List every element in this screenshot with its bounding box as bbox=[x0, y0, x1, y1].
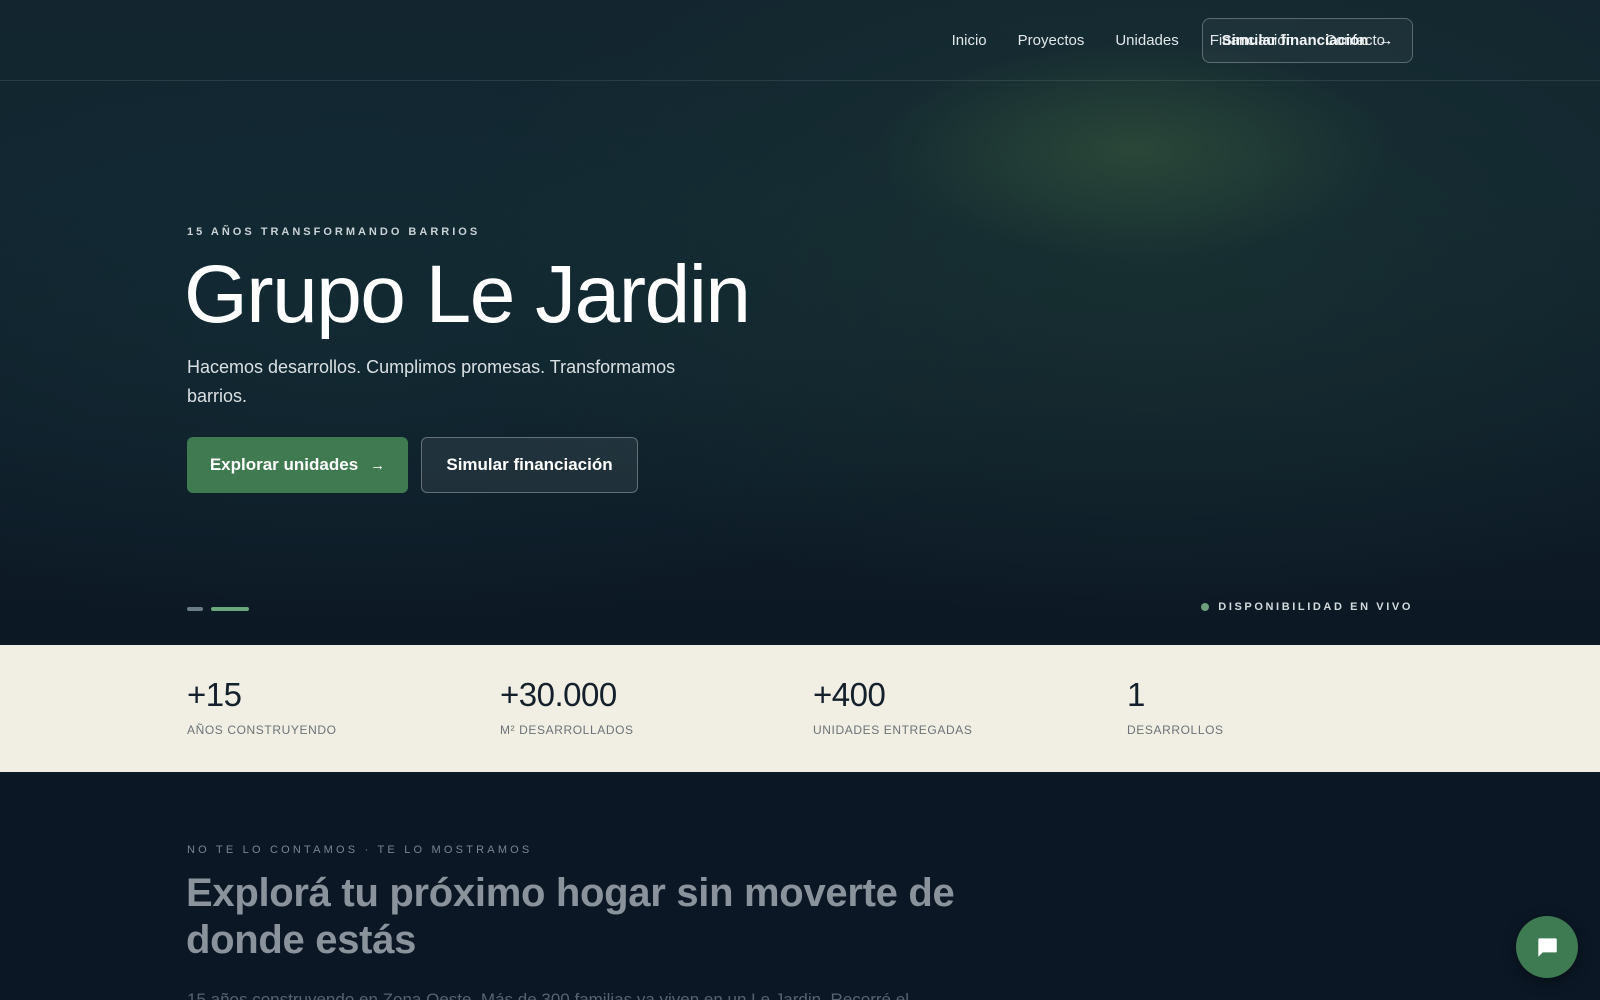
section-body: 15 años construyendo en Zona Oeste. Más … bbox=[187, 990, 909, 1000]
hero-subtitle: Hacemos desarrollos. Cumplimos promesas.… bbox=[187, 357, 676, 406]
stat-label: AÑOS CONSTRUYENDO bbox=[187, 723, 337, 737]
stat-square-meters: +30.000 M² DESARROLLADOS bbox=[500, 678, 634, 737]
stat-value: +400 bbox=[813, 676, 886, 713]
slider-indicators bbox=[187, 607, 249, 611]
stat-label: DESARROLLOS bbox=[1127, 723, 1224, 737]
simulate-financing-label: Simular financiación bbox=[446, 455, 613, 474]
nav-cta-label: Simular financiación bbox=[1221, 32, 1369, 49]
explore-units-button[interactable]: Explorar unidades → bbox=[187, 437, 408, 493]
stat-units-delivered: +400 UNIDADES ENTREGADAS bbox=[813, 678, 972, 737]
arrow-right-icon: → bbox=[370, 456, 386, 474]
stat-label: M² DESARROLLADOS bbox=[500, 723, 634, 737]
simulate-financing-nav-button[interactable]: Simular financiación → bbox=[1202, 18, 1413, 63]
live-availability-label: DISPONIBILIDAD EN VIVO bbox=[1218, 601, 1413, 613]
stat-label: UNIDADES ENTREGADAS bbox=[813, 723, 973, 737]
simulate-financing-button[interactable]: Simular financiación bbox=[421, 437, 638, 493]
explore-section: NO TE LO CONTAMOS · TE LO MOSTRAMOS Expl… bbox=[0, 772, 1600, 1000]
hero-title: Grupo Le Jardin bbox=[184, 249, 751, 340]
stat-value: +15 bbox=[187, 676, 242, 713]
nav-link-proyectos[interactable]: Proyectos bbox=[1018, 32, 1085, 49]
nav-link-unidades[interactable]: Unidades bbox=[1115, 32, 1178, 49]
stat-years: +15 AÑOS CONSTRUYENDO bbox=[187, 678, 337, 737]
nav-link-inicio[interactable]: Inicio bbox=[952, 32, 987, 49]
section-title: Explorá tu próximo hogar sin moverte de … bbox=[186, 871, 955, 962]
arrow-right-icon: → bbox=[1378, 32, 1394, 49]
chat-bubble-icon bbox=[1538, 938, 1557, 957]
hero-eyebrow: 15 AÑOS TRANSFORMANDO BARRIOS bbox=[187, 226, 481, 238]
explore-units-label: Explorar unidades bbox=[209, 455, 359, 474]
slider-dot-1[interactable] bbox=[187, 607, 203, 611]
top-navigation: Inicio Proyectos Unidades Financiación C… bbox=[0, 0, 1600, 81]
section-eyebrow: NO TE LO CONTAMOS · TE LO MOSTRAMOS bbox=[187, 844, 533, 856]
chat-button[interactable] bbox=[1516, 916, 1578, 978]
slider-dot-2-active[interactable] bbox=[211, 607, 249, 611]
hero-section: Inicio Proyectos Unidades Financiación C… bbox=[0, 0, 1600, 645]
stats-band: +15 AÑOS CONSTRUYENDO +30.000 M² DESARRO… bbox=[0, 645, 1600, 772]
stat-value: +30.000 bbox=[500, 676, 617, 713]
live-status-dot-icon bbox=[1201, 603, 1210, 611]
stat-value: 1 bbox=[1127, 676, 1145, 713]
live-availability-indicator: DISPONIBILIDAD EN VIVO bbox=[1201, 601, 1413, 613]
stat-developments: 1 DESARROLLOS bbox=[1127, 678, 1224, 737]
